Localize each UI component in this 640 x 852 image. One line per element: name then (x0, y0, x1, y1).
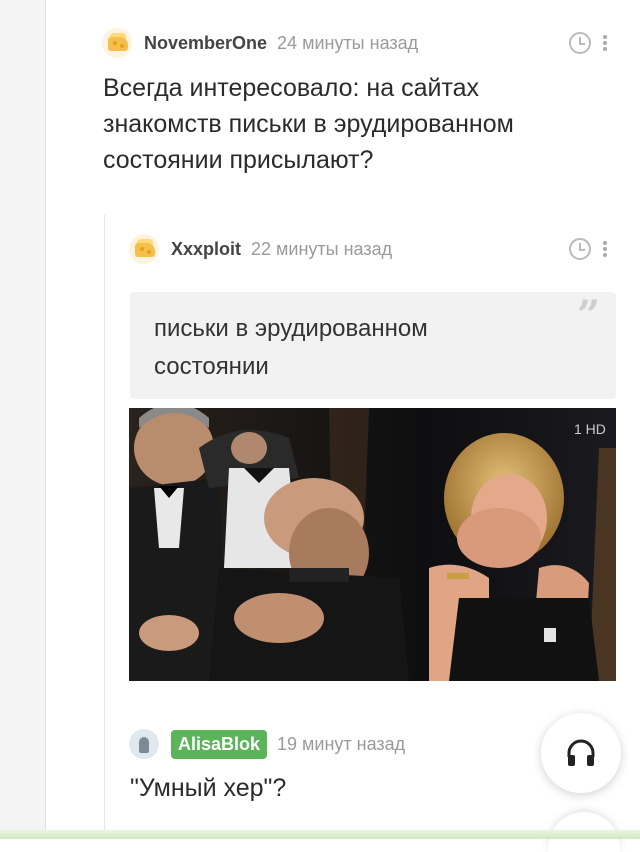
more-options-icon[interactable] (603, 35, 607, 51)
quote-text-line: состоянии (154, 353, 269, 380)
bottom-bar (0, 830, 640, 839)
comment-text-line: Всегда интересовало: на сайтах (103, 74, 480, 102)
quote-text-line: письки в эрудированном (154, 315, 428, 342)
more-options-icon[interactable] (603, 241, 607, 257)
comment-time[interactable]: 19 минут назад (277, 734, 405, 755)
comment-text: Всегда интересовало: на сайтах знакомств… (103, 70, 514, 178)
comment-header: NovemberOne 24 минуты назад (102, 26, 418, 60)
clock-icon[interactable] (569, 238, 591, 260)
comment-text-line: знакомств письки в эрудированном (103, 110, 514, 138)
headphones-icon (567, 739, 595, 766)
comment-text: "Умный хер"? (130, 774, 287, 802)
clock-icon[interactable] (569, 32, 591, 54)
cheese-avatar-icon[interactable] (102, 28, 132, 58)
quote-mark-icon: ” (576, 292, 600, 339)
comment-author[interactable]: NovemberOne (144, 33, 267, 54)
comment-header: Xxxploit 22 минуты назад (129, 232, 392, 266)
audio-player-button[interactable] (541, 713, 621, 793)
thread-line (0, 0, 46, 839)
photo-audience-laughing[interactable]: 1 HD (129, 408, 616, 681)
quote-block: письки в эрудированном состоянии ” (130, 292, 616, 399)
thread-line-nested (104, 215, 105, 839)
comment-author[interactable]: Xxxploit (171, 239, 241, 260)
channel-watermark: 1 HD (574, 421, 606, 437)
cheese-avatar-icon[interactable] (129, 234, 159, 264)
comment-author[interactable]: AlisaBlok (171, 729, 268, 759)
comment-time[interactable]: 24 минуты назад (277, 33, 418, 54)
alisa-avatar-icon[interactable] (129, 729, 159, 759)
comment-header: AlisaBlok 19 минут назад (129, 727, 405, 761)
comment-text-line: состоянии присылают? (103, 146, 374, 174)
quote-text: письки в эрудированном состоянии (154, 310, 428, 386)
comment-time[interactable]: 22 минуты назад (251, 239, 392, 260)
